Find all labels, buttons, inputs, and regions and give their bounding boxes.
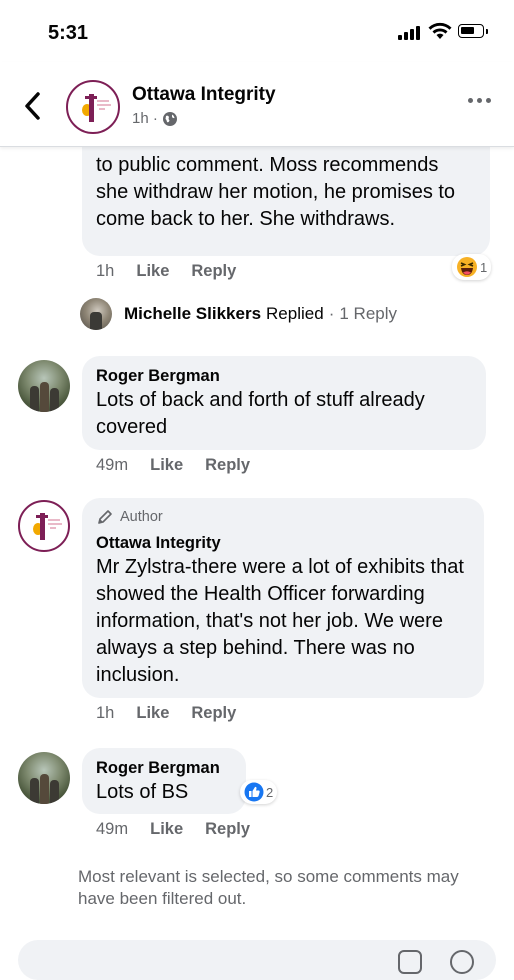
michelle-avatar	[80, 298, 112, 330]
reaction-count: 1	[480, 259, 488, 275]
separator: ·	[328, 304, 335, 323]
view-replies-row[interactable]: Michelle Slikkers Replied · 1 Reply	[80, 298, 397, 330]
reaction-count-4[interactable]: 2	[240, 780, 278, 804]
comment-actions-4: 49m Like Reply	[96, 820, 272, 839]
comment-actions-2: 49m Like Reply	[96, 456, 272, 475]
comment-author[interactable]: Ottawa Integrity	[96, 532, 470, 554]
haha-emoji-icon	[457, 257, 477, 277]
more-options-icon[interactable]	[468, 98, 491, 103]
comment-bubble-3[interactable]: Author Ottawa Integrity Mr Zylstra-there…	[82, 498, 484, 698]
comment-author[interactable]: Roger Bergman	[96, 757, 232, 779]
reply-button[interactable]: Reply	[205, 820, 250, 839]
like-button[interactable]: Like	[150, 456, 183, 475]
comment-text: Lots of BS	[96, 781, 189, 803]
back-chevron-icon[interactable]	[18, 86, 48, 126]
like-thumb-icon	[244, 782, 264, 802]
comment-time: 49m	[96, 820, 129, 838]
comment-text: to public comment. Moss recommends she w…	[96, 154, 456, 230]
comment-text: Lots of back and forth of stuff already …	[96, 389, 425, 438]
status-time: 5:31	[48, 22, 89, 44]
page-avatar[interactable]	[18, 500, 70, 552]
comment-actions-3: 1h Like Reply	[96, 704, 258, 723]
camera-icon[interactable]	[398, 950, 422, 974]
page-avatar[interactable]	[66, 80, 120, 134]
post-time-label: 1h ·	[132, 110, 158, 127]
comment-time: 1h	[96, 704, 115, 722]
like-button[interactable]: Like	[150, 820, 183, 839]
comment-bubble-1[interactable]: to public comment. Moss recommends she w…	[82, 130, 490, 256]
reaction-count: 2	[266, 784, 274, 800]
reaction-count-1[interactable]: 1	[452, 254, 492, 280]
page-name[interactable]: Ottawa Integrity	[132, 84, 276, 106]
status-bar: 5:31	[0, 0, 514, 62]
comment-text: Mr Zylstra-there were a lot of exhibits …	[96, 556, 464, 686]
replier-name: Michelle Slikkers	[124, 304, 262, 323]
emoji-icon[interactable]	[450, 950, 474, 974]
post-header: Ottawa Integrity 1h ·	[0, 62, 514, 147]
post-time: 1h ·	[132, 110, 178, 127]
comment-time: 1h	[96, 262, 115, 280]
globe-icon	[162, 111, 177, 126]
reply-button[interactable]: Reply	[205, 456, 250, 475]
battery-icon	[458, 24, 488, 38]
comment-author[interactable]: Roger Bergman	[96, 365, 472, 387]
comment-bubble-2[interactable]: Roger Bergman Lots of back and forth of …	[82, 356, 486, 450]
replied-label: Replied	[266, 304, 324, 323]
like-button[interactable]: Like	[136, 704, 169, 723]
signal-icon	[398, 26, 420, 40]
comment-composer[interactable]	[18, 940, 496, 980]
reply-button[interactable]: Reply	[191, 704, 236, 723]
wifi-icon	[428, 22, 452, 39]
reply-button[interactable]: Reply	[191, 262, 236, 281]
roger-avatar[interactable]	[18, 360, 70, 412]
author-badge-label: Author	[120, 509, 163, 525]
comment-bubble-4[interactable]: Roger Bergman Lots of BS	[82, 748, 246, 814]
pencil-icon	[98, 510, 112, 524]
like-button[interactable]: Like	[136, 262, 169, 281]
filter-notice: Most relevant is selected, so some comme…	[78, 867, 459, 908]
reply-count-link[interactable]: 1 Reply	[339, 304, 397, 324]
author-badge: Author	[96, 508, 470, 526]
roger-avatar[interactable]	[18, 752, 70, 804]
comment-actions-1: 1h Like Reply	[96, 262, 258, 281]
comment-time: 49m	[96, 456, 129, 474]
